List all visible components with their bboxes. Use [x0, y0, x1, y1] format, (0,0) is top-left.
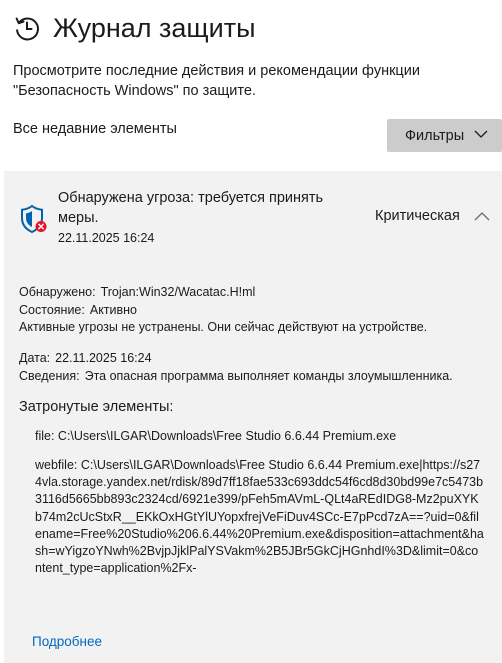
status-value: Активно: [89, 303, 138, 317]
chevron-up-icon[interactable]: [474, 209, 490, 223]
detected-label: Обнаружено:: [19, 285, 96, 299]
affected-file-item: file: C:\Users\ILGAR\Downloads\Free Stud…: [35, 429, 397, 443]
filters-button[interactable]: Фильтры: [387, 119, 502, 152]
detected-value: Trojan:Win32/Wacatac.H!ml: [100, 285, 256, 299]
filters-button-label: Фильтры: [405, 127, 465, 144]
chevron-down-icon: [474, 130, 488, 138]
shield-error-icon: [21, 204, 47, 234]
status-row: Состояние: Активно: [19, 303, 137, 317]
details-row: Сведения: Эта опасная программа выполняет…: [19, 369, 453, 383]
details-label: Сведения:: [19, 369, 80, 383]
status-label: Состояние:: [19, 303, 85, 317]
date-label: Дата:: [19, 351, 51, 365]
more-details-link[interactable]: Подробнее: [32, 634, 102, 649]
recent-items-label: Все недавние элементы: [13, 121, 177, 137]
severity-label: Критическая: [375, 208, 460, 224]
page-title: Журнал защиты: [53, 13, 256, 43]
threat-date: 22.11.2025 16:24: [58, 231, 155, 245]
page-description: Просмотрите последние действия и рекомен…: [13, 63, 420, 99]
affected-items-heading: Затронутые элементы:: [19, 399, 174, 415]
detected-row: Обнаружено: Trojan:Win32/Wacatac.H!ml: [19, 285, 255, 299]
active-threat-note: Активные угрозы не устранены. Они сейчас…: [19, 320, 428, 334]
details-value: Эта опасная программа выполняет команды …: [84, 369, 453, 383]
date-value: 22.11.2025 16:24: [55, 351, 152, 365]
history-clock-icon: [15, 17, 39, 41]
date-row: Дата: 22.11.2025 16:24: [19, 351, 152, 365]
affected-webfile-item: webfile: C:\Users\ILGAR\Downloads\Free S…: [35, 458, 484, 576]
threat-card: Обнаружена угроза: требуется принять мер…: [4, 171, 502, 663]
threat-title: Обнаружена угроза: требуется принять мер…: [58, 190, 324, 226]
